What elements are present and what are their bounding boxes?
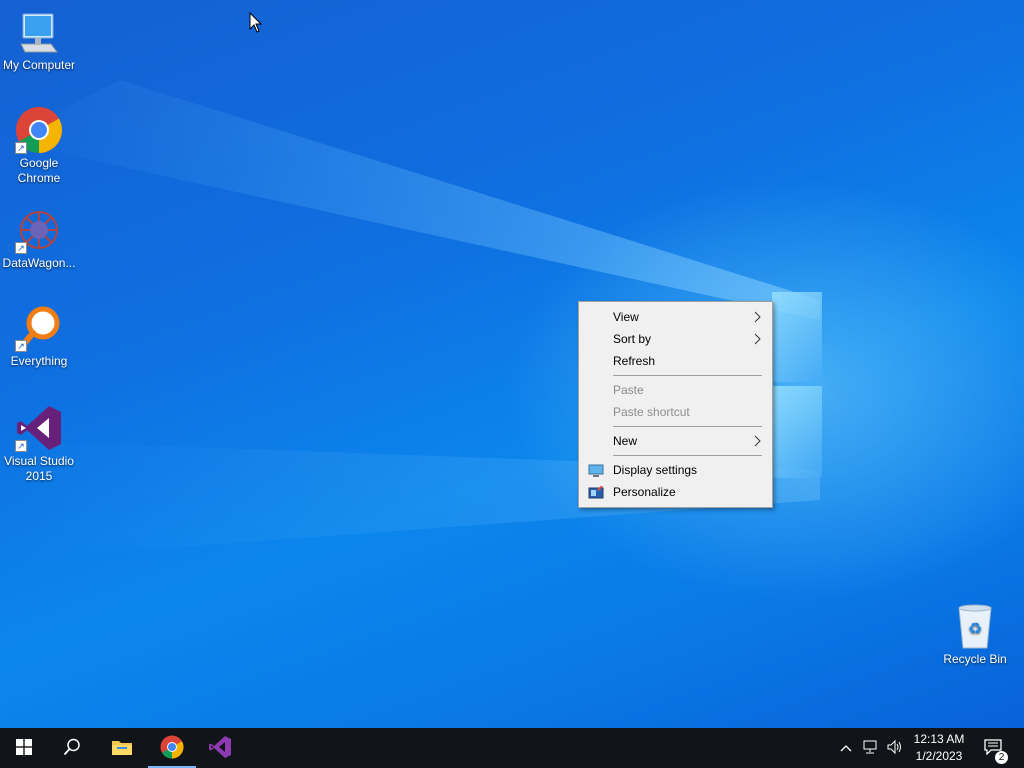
menu-item-label: View: [613, 310, 639, 324]
volume-button[interactable]: [884, 728, 906, 768]
shortcut-arrow-icon: ↗: [15, 242, 27, 254]
magnifier-icon: ↗: [15, 304, 63, 352]
network-button[interactable]: [860, 728, 882, 768]
shortcut-arrow-icon: ↗: [15, 340, 27, 352]
monitor-icon: [15, 8, 63, 56]
chevron-up-icon: [840, 741, 852, 755]
shortcut-arrow-icon: ↗: [15, 142, 27, 154]
desktop-icon-everything[interactable]: ↗ Everything: [0, 304, 78, 369]
desktop-icon-my-computer[interactable]: My Computer: [0, 8, 78, 73]
shortcut-arrow-icon: ↗: [15, 440, 27, 452]
menu-item-paste: Paste: [579, 379, 772, 401]
menu-item-label: Personalize: [613, 485, 676, 499]
menu-item-label: Paste: [613, 383, 644, 397]
menu-item-label: New: [613, 434, 638, 448]
desktop-icon-label: Google Chrome: [17, 156, 61, 185]
menu-item-sort-by[interactable]: Sort by: [579, 328, 772, 350]
start-button[interactable]: [0, 728, 48, 768]
datawagon-icon: ↗: [15, 206, 63, 254]
menu-item-personalize[interactable]: Personalize: [579, 481, 772, 503]
clock-date: 1/2/2023: [915, 749, 963, 763]
windows-logo-pane: [772, 386, 822, 478]
chrome-icon: ↗: [15, 106, 63, 154]
windows-logo-pane: [772, 292, 822, 382]
start-icon: [16, 738, 32, 758]
file-explorer-icon: [111, 738, 133, 759]
speaker-icon: [887, 739, 903, 757]
taskbar: 12:13 AM 1/2/2023: [0, 728, 1024, 768]
network-icon: [863, 740, 879, 757]
desktop-icon-google-chrome[interactable]: ↗ Google Chrome: [0, 106, 78, 186]
desktop-icon-recycle-bin[interactable]: ♻ Recycle Bin: [936, 602, 1014, 667]
desktop-icon-label: Recycle Bin: [943, 652, 1007, 666]
visual-studio-icon: [208, 735, 232, 762]
search-button[interactable]: [48, 728, 96, 768]
file-explorer-button[interactable]: [98, 728, 146, 768]
notification-count-badge: 2: [995, 751, 1008, 764]
search-icon: [63, 738, 81, 759]
clock[interactable]: 12:13 AM 1/2/2023: [904, 731, 974, 765]
desktop-icon-label: My Computer: [2, 58, 76, 72]
menu-item-label: Sort by: [613, 332, 652, 346]
menu-item-new[interactable]: New: [579, 430, 772, 452]
taskbar-chrome-button[interactable]: [148, 728, 196, 768]
svg-text:♻: ♻: [968, 619, 982, 638]
menu-item-label: Display settings: [613, 463, 698, 477]
clock-time: 12:13 AM: [913, 732, 965, 746]
wallpaper-light-beam: [0, 80, 820, 560]
recycle-bin-icon: ♻: [951, 602, 999, 650]
desktop-context-menu: View Sort by Refresh Paste Paste shortcu…: [578, 301, 773, 508]
menu-item-display-settings[interactable]: Display settings: [579, 459, 772, 481]
show-hidden-icons-button[interactable]: [836, 728, 856, 768]
personalize-icon: [588, 485, 604, 507]
menu-item-view[interactable]: View: [579, 306, 772, 328]
chrome-icon: [160, 735, 184, 762]
taskbar-visual-studio-button[interactable]: [196, 728, 244, 768]
visual-studio-icon: ↗: [15, 404, 63, 452]
menu-item-label: Paste shortcut: [613, 405, 690, 419]
menu-item-refresh[interactable]: Refresh: [579, 350, 772, 372]
menu-item-paste-shortcut: Paste shortcut: [579, 401, 772, 423]
desktop-icon-visual-studio[interactable]: ↗ Visual Studio 2015: [0, 404, 78, 484]
desktop-icon-label: DataWagon...: [2, 256, 76, 270]
menu-item-label: Refresh: [613, 354, 656, 368]
desktop-icon-label: Everything: [10, 354, 68, 368]
desktop-icon-label: Visual Studio 2015: [4, 454, 74, 483]
desktop-icon-datawagon[interactable]: ↗ DataWagon...: [0, 206, 78, 271]
mouse-cursor-icon: [249, 12, 263, 33]
desktop[interactable]: My Computer ↗ Google Chrome ↗ DataWagon.…: [0, 0, 1024, 728]
